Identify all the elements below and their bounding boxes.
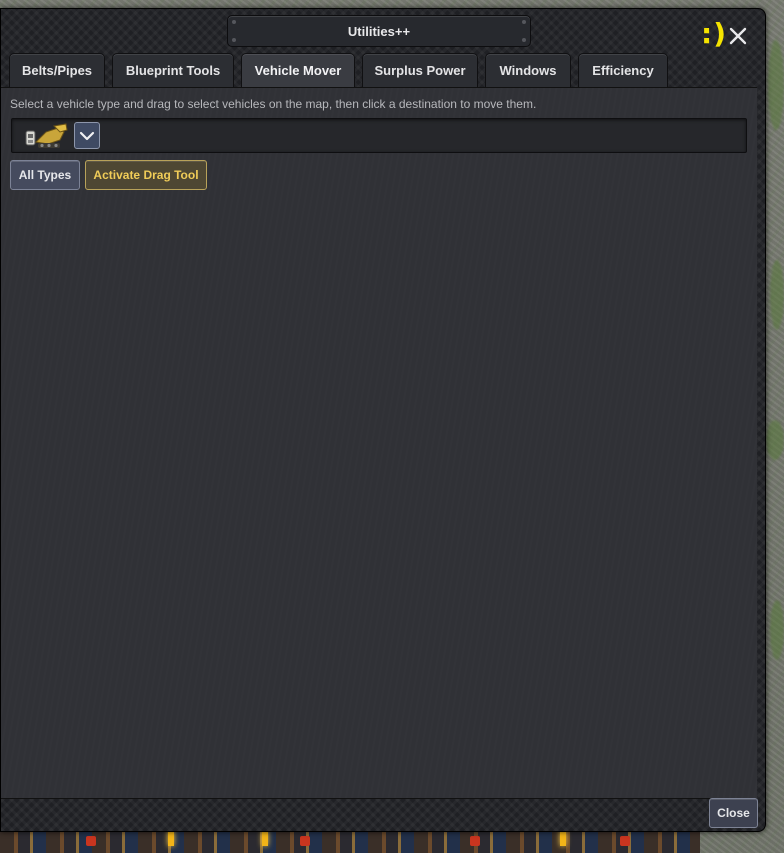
moss-patch [770,600,784,660]
close-button[interactable]: Close [709,798,758,828]
tab-windows[interactable]: Windows [485,53,571,87]
tab-belts-pipes[interactable]: Belts/Pipes [9,53,105,87]
tab-vehicle-mover[interactable]: Vehicle Mover [241,53,355,87]
moss-patch [766,420,784,460]
activate-drag-tool-button[interactable]: Activate Drag Tool [85,160,207,190]
all-types-button[interactable]: All Types [10,160,80,190]
vehicle-type-dropdown-button[interactable] [74,122,100,149]
utilities-window: Utilities++ :) Belts/Pipes Blueprint Too… [0,8,766,832]
window-titlebar[interactable]: Utilities++ [227,15,531,47]
moss-patch [770,260,784,330]
close-icon[interactable] [726,24,750,48]
smiley-indicator: :) [701,17,727,50]
instructions-text: Select a vehicle type and drag to select… [10,97,537,111]
vehicle-mover-panel: Select a vehicle type and drag to select… [1,87,757,799]
tab-blueprint-tools[interactable]: Blueprint Tools [112,53,234,87]
vehicle-type-selector[interactable] [11,118,747,153]
window-title: Utilities++ [347,23,411,39]
chevron-down-icon [79,131,95,140]
moss-patch [768,40,784,130]
tab-surplus-power[interactable]: Surplus Power [362,53,478,87]
tab-efficiency[interactable]: Efficiency [578,53,668,87]
excavator-vehicle-icon[interactable] [24,122,68,150]
